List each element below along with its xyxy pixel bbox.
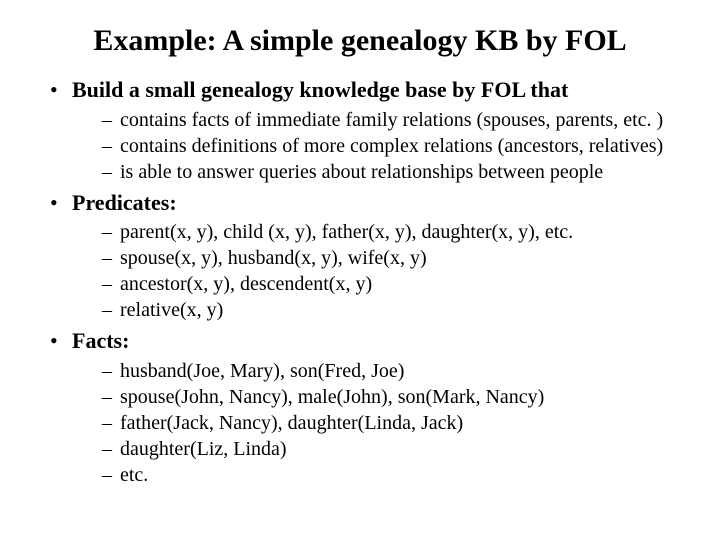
bullet-item: Predicates: parent(x, y), child (x, y), … [50, 189, 700, 324]
sub-bullet-item: parent(x, y), child (x, y), father(x, y)… [102, 219, 700, 245]
bullet-head: Build a small genealogy knowledge base b… [72, 77, 568, 102]
bullet-head: Facts: [72, 328, 129, 353]
sub-bullet-item: daughter(Liz, Linda) [102, 436, 700, 462]
sub-bullet-list: contains facts of immediate family relat… [72, 107, 700, 185]
sub-bullet-list: parent(x, y), child (x, y), father(x, y)… [72, 219, 700, 323]
sub-bullet-item: contains facts of immediate family relat… [102, 107, 700, 133]
bullet-head: Predicates: [72, 190, 177, 215]
sub-bullet-item: spouse(John, Nancy), male(John), son(Mar… [102, 384, 700, 410]
slide: Example: A simple genealogy KB by FOL Bu… [0, 0, 720, 540]
sub-bullet-item: father(Jack, Nancy), daughter(Linda, Jac… [102, 410, 700, 436]
sub-bullet-item: spouse(x, y), husband(x, y), wife(x, y) [102, 245, 700, 271]
slide-title: Example: A simple genealogy KB by FOL [20, 24, 700, 58]
bullet-list: Build a small genealogy knowledge base b… [20, 76, 700, 488]
sub-bullet-item: etc. [102, 462, 700, 488]
bullet-item: Facts: husband(Joe, Mary), son(Fred, Joe… [50, 327, 700, 488]
sub-bullet-list: husband(Joe, Mary), son(Fred, Joe) spous… [72, 358, 700, 488]
sub-bullet-item: relative(x, y) [102, 297, 700, 323]
bullet-item: Build a small genealogy knowledge base b… [50, 76, 700, 185]
sub-bullet-item: ancestor(x, y), descendent(x, y) [102, 271, 700, 297]
sub-bullet-item: is able to answer queries about relation… [102, 159, 700, 185]
sub-bullet-item: contains definitions of more complex rel… [102, 133, 700, 159]
sub-bullet-item: husband(Joe, Mary), son(Fred, Joe) [102, 358, 700, 384]
